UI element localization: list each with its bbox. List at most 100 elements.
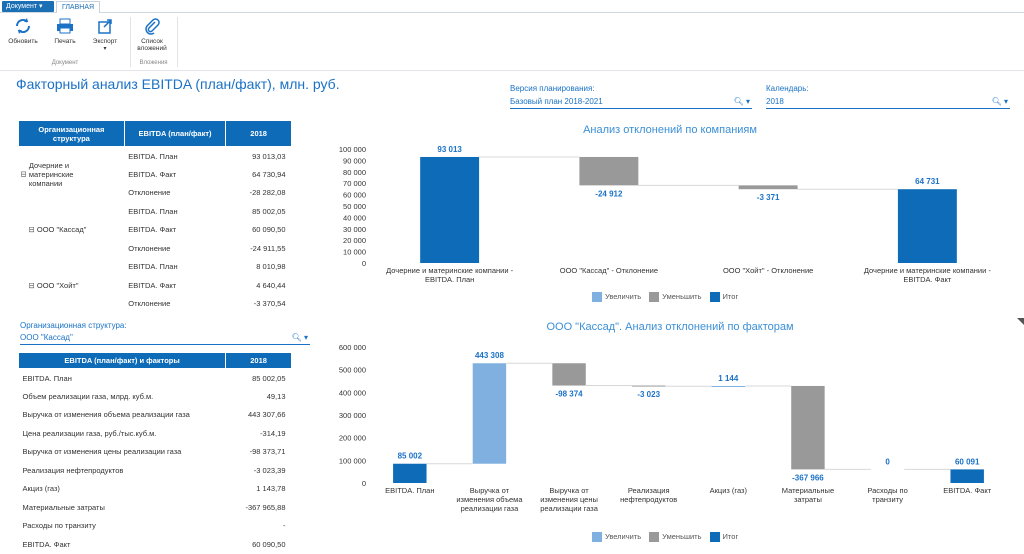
- data-label: 1 144: [718, 374, 739, 383]
- value-cell: 85 002,05: [252, 206, 286, 216]
- x-tick-label: EBITDA. Факт: [943, 486, 991, 495]
- calendar-select[interactable]: 2018 🔍︎ ▾: [766, 95, 1010, 109]
- legend-decrease[interactable]: Уменьшить: [649, 292, 702, 303]
- waterfall-bar[interactable]: [711, 385, 746, 387]
- collapse-icon[interactable]: ⊟: [29, 281, 37, 290]
- export-icon: [98, 19, 112, 34]
- waterfall-bar[interactable]: [897, 189, 957, 263]
- value-cell: -3 023,39: [253, 465, 286, 475]
- factor-cell: Реализация нефтепродуктов: [22, 465, 124, 475]
- table-row[interactable]: EBITDA. Факт 60 090,50: [19, 535, 292, 554]
- collapse-icon[interactable]: ⊟: [29, 225, 37, 234]
- attachments-list-button[interactable]: Список вложений: [133, 17, 171, 52]
- document-menu-tab[interactable]: Документ ▾: [2, 1, 54, 12]
- y-tick-label: 80 000: [343, 168, 366, 177]
- print-label: Печать: [54, 38, 76, 45]
- legend-increase[interactable]: Увеличить: [592, 292, 641, 303]
- export-button[interactable]: Экспорт ▾: [88, 17, 122, 52]
- col-ebitda[interactable]: EBITDA (план/факт): [123, 120, 227, 147]
- table-row[interactable]: Акциз (газ) 1 143,78: [19, 480, 292, 499]
- search-icon[interactable]: 🔍︎: [734, 97, 744, 106]
- col-factors[interactable]: EBITDA (план/факт) и факторы: [17, 352, 227, 369]
- waterfall-bar[interactable]: [472, 363, 507, 464]
- version-select[interactable]: Базовый план 2018-2021 🔍︎ ▾: [510, 95, 752, 109]
- org-group-cell[interactable]: ⊟ ООО "Кассад": [19, 202, 125, 258]
- paperclip-icon: [145, 18, 160, 35]
- ribbon-toolbar: Обновить Печать Экспорт ▾ Список вложени…: [0, 13, 1024, 71]
- y-tick-label: 600 000: [339, 343, 366, 352]
- waterfall-bar[interactable]: [791, 385, 825, 470]
- calendar-label: Календарь:: [766, 84, 809, 93]
- org-structure-select[interactable]: ООО "Кассад" 🔍︎ ▾: [20, 331, 310, 345]
- table-row[interactable]: Цена реализации газа, руб./тыс.куб.м. -31…: [19, 424, 292, 443]
- x-tick-label: EBITDA. План: [385, 486, 434, 495]
- waterfall-bar[interactable]: [950, 469, 984, 483]
- value-cell: -24 911,55: [250, 243, 286, 253]
- factors-table: EBITDA (план/факт) и факторы 2018 EBITDA…: [17, 352, 292, 554]
- export-label: Экспорт: [92, 38, 118, 45]
- col-org-structure[interactable]: Организационная структура: [18, 120, 125, 147]
- measure-cell: EBITDA. Факт: [128, 169, 177, 179]
- waterfall-bar[interactable]: [631, 385, 666, 387]
- group-attachments-label: Вложения: [139, 60, 168, 66]
- table-row[interactable]: Выручка от изменения объема реализации г…: [19, 406, 292, 425]
- legend-decrease[interactable]: Уменьшить: [649, 532, 702, 543]
- tab-main[interactable]: ГЛАВНАЯ: [56, 1, 100, 13]
- org-group-cell[interactable]: ⊟ Дочерние и материнские компании: [19, 147, 125, 203]
- data-label: -24 912: [595, 189, 623, 198]
- version-value: Базовый план 2018-2021: [510, 97, 603, 106]
- col-year[interactable]: 2018: [225, 120, 292, 147]
- table-row[interactable]: EBITDA. План 85 002,05: [19, 369, 292, 388]
- table-row[interactable]: ⊟ ООО "Кассад" EBITDA. План 85 002,05: [19, 202, 292, 235]
- y-tick-label: 300 000: [339, 411, 366, 420]
- value-cell: -98 373,71: [249, 447, 286, 457]
- waterfall-bar[interactable]: [738, 185, 798, 190]
- y-tick-label: 20 000: [343, 236, 366, 245]
- waterfall-bar[interactable]: [579, 156, 639, 186]
- y-tick-label: 90 000: [343, 156, 366, 165]
- chevron-down-icon[interactable]: ▾: [1004, 97, 1008, 106]
- chart1-title: Анализ отклонений по компаниям: [583, 124, 757, 136]
- x-tick-label: Акциз (газ): [710, 486, 748, 495]
- refresh-button[interactable]: Обновить: [6, 17, 40, 45]
- legend-total[interactable]: Итог: [709, 292, 738, 303]
- table-row[interactable]: Расходы по транзиту -: [19, 517, 292, 536]
- factor-cell: EBITDA. План: [22, 373, 72, 383]
- companies-waterfall-chart: 0 10 000 20 000 30 000 40 000 50 000 60 000 70 …: [339, 145, 991, 284]
- org-group-cell[interactable]: ⊟ ООО "Хойт": [19, 258, 125, 314]
- y-tick-label: 10 000: [343, 248, 366, 257]
- waterfall-bar[interactable]: [420, 156, 480, 263]
- y-tick-label: 30 000: [343, 225, 366, 234]
- table-row[interactable]: ⊟ Дочерние и материнские компании EBITDA.…: [19, 147, 292, 189]
- x-tick-label: Дочерние и материнские компании -EBITDA.…: [386, 266, 513, 284]
- measure-cell: EBITDA. План: [128, 151, 178, 161]
- measure-cell: EBITDA. Факт: [128, 280, 177, 290]
- factors-waterfall-chart: 0 100 000 200 000 300 000 400 000 500 000 600 …: [339, 343, 992, 513]
- table-row[interactable]: ⊟ ООО "Хойт" EBITDA. План 8 010,98: [19, 258, 292, 290]
- search-icon[interactable]: 🔍︎: [292, 333, 302, 342]
- chevron-down-icon[interactable]: ▾: [746, 97, 750, 106]
- table-row[interactable]: Материальные затраты -367 965,88: [19, 498, 292, 517]
- col-year[interactable]: 2018: [225, 352, 292, 369]
- chevron-down-icon[interactable]: ▾: [304, 333, 308, 342]
- legend-increase[interactable]: Увеличить: [592, 532, 641, 543]
- panel-corner-icon[interactable]: [1017, 318, 1024, 325]
- x-tick-label: Расходы по транзиту: [867, 486, 907, 504]
- attachments-label-2: вложений: [137, 45, 167, 52]
- waterfall-bar[interactable]: [552, 363, 586, 386]
- waterfall-bar[interactable]: [393, 463, 427, 483]
- x-tick-label: Реализация нефтепродуктов: [620, 486, 677, 504]
- table-row[interactable]: Реализация нефтепродуктов -3 023,39: [19, 461, 292, 480]
- org-structure-label: Организационная структура:: [20, 321, 127, 330]
- table-row[interactable]: Объем реализации газа, млрд. куб.м. 49,13: [19, 387, 292, 406]
- org-group-name: ООО "Хойт": [36, 280, 79, 290]
- value-cell: -28 282,08: [249, 188, 286, 198]
- search-icon[interactable]: 🔍︎: [992, 97, 1002, 106]
- legend-total[interactable]: Итог: [709, 532, 738, 543]
- print-button[interactable]: Печать: [50, 17, 80, 45]
- measure-cell: Отклонение: [128, 299, 171, 309]
- value-cell: 93 013,03: [252, 151, 286, 161]
- collapse-icon[interactable]: ⊟: [21, 169, 29, 178]
- table-row[interactable]: Выручка от изменения цены реализации газ…: [19, 443, 292, 462]
- org-group-name: Дочерние и материнские компании: [28, 161, 74, 188]
